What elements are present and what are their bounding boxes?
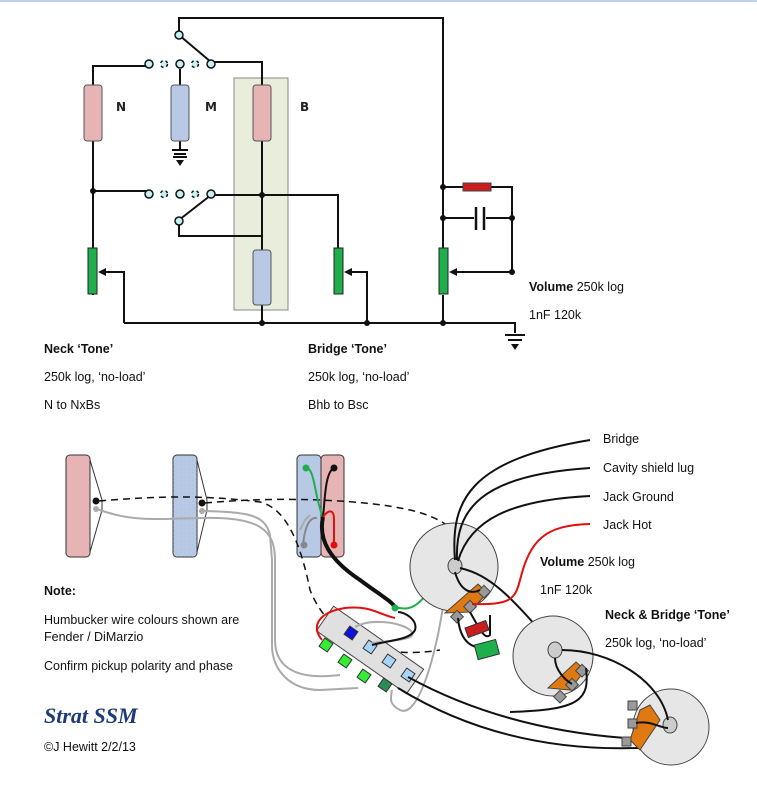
middle-single-coil xyxy=(172,454,208,558)
wiring-volume-cap: 1nF 120k xyxy=(540,583,593,597)
connection-cavity-shield: Cavity shield lug xyxy=(603,461,695,475)
connection-bridge: Bridge xyxy=(603,432,640,446)
note-line-1: Humbucker wire colours shown are xyxy=(44,613,240,627)
junction-dots xyxy=(90,184,515,326)
wiring-volume-value: 250k log xyxy=(587,555,635,569)
bridge-tone-spec: 250k log, ‘no-load’ xyxy=(308,370,410,384)
schematic xyxy=(92,17,516,333)
bridge-tone-pot xyxy=(333,247,344,295)
neck-pickup-label: N xyxy=(116,100,127,114)
volume-heading: Volume xyxy=(529,280,574,294)
switch-2-lever xyxy=(178,194,212,221)
output-wire xyxy=(178,17,444,187)
volume-pot xyxy=(438,247,449,295)
bridge-pickup-label: B xyxy=(300,100,310,114)
schematic-volume-label: Volume 250k log xyxy=(529,280,624,294)
neck-tone-heading: Neck ‘Tone’ xyxy=(44,342,114,356)
treble-bleed-resistor xyxy=(462,182,492,192)
copyright: ©J Hewitt 2/2/13 xyxy=(44,740,136,754)
neck-tone-desc: N to NxBs xyxy=(44,398,101,412)
switch-1-lever xyxy=(178,34,212,63)
bridge-tone-desc: Bhb to Bsc xyxy=(308,398,369,412)
wiring-volume-heading: Volume xyxy=(540,555,585,569)
wiring-volume-label: Volume 250k log xyxy=(540,555,635,569)
bridge-pickup-coil-2 xyxy=(252,249,272,306)
neck-tone-spec: 250k log, ‘no-load’ xyxy=(44,370,146,384)
switch-wires xyxy=(316,606,681,750)
wiring-tone-heading: Neck & Bridge ‘Tone’ xyxy=(605,608,730,622)
volume-value: 250k log xyxy=(576,280,624,294)
note-line-2: Fender / DiMarzio xyxy=(44,630,144,644)
neck-tone-pot xyxy=(87,247,98,295)
neck-wire xyxy=(92,65,149,85)
connection-jack-ground: Jack Ground xyxy=(603,490,674,504)
note-line-3: Confirm pickup polarity and phase xyxy=(44,659,233,673)
middle-pickup-coil xyxy=(170,84,190,142)
ground-rail xyxy=(124,322,516,333)
note-heading: Note: xyxy=(44,584,76,598)
neck-pickup-coil xyxy=(83,84,103,142)
bridge-pickup-coil-1 xyxy=(252,84,272,142)
diagram-title: Strat SSM xyxy=(44,703,138,728)
middle-pickup-label: M xyxy=(205,100,217,114)
neck-single-coil xyxy=(65,454,103,558)
schematic-volume-cap: 1nF 120k xyxy=(529,308,582,322)
wiring-tone-spec: 250k log, ‘no-load’ xyxy=(605,636,707,650)
neck-tone-pot-body xyxy=(512,615,594,704)
bridge-tone-heading: Bridge ‘Tone’ xyxy=(308,342,387,356)
connection-jack-hot: Jack Hot xyxy=(603,518,652,532)
treble-bleed-capacitor xyxy=(473,638,501,661)
